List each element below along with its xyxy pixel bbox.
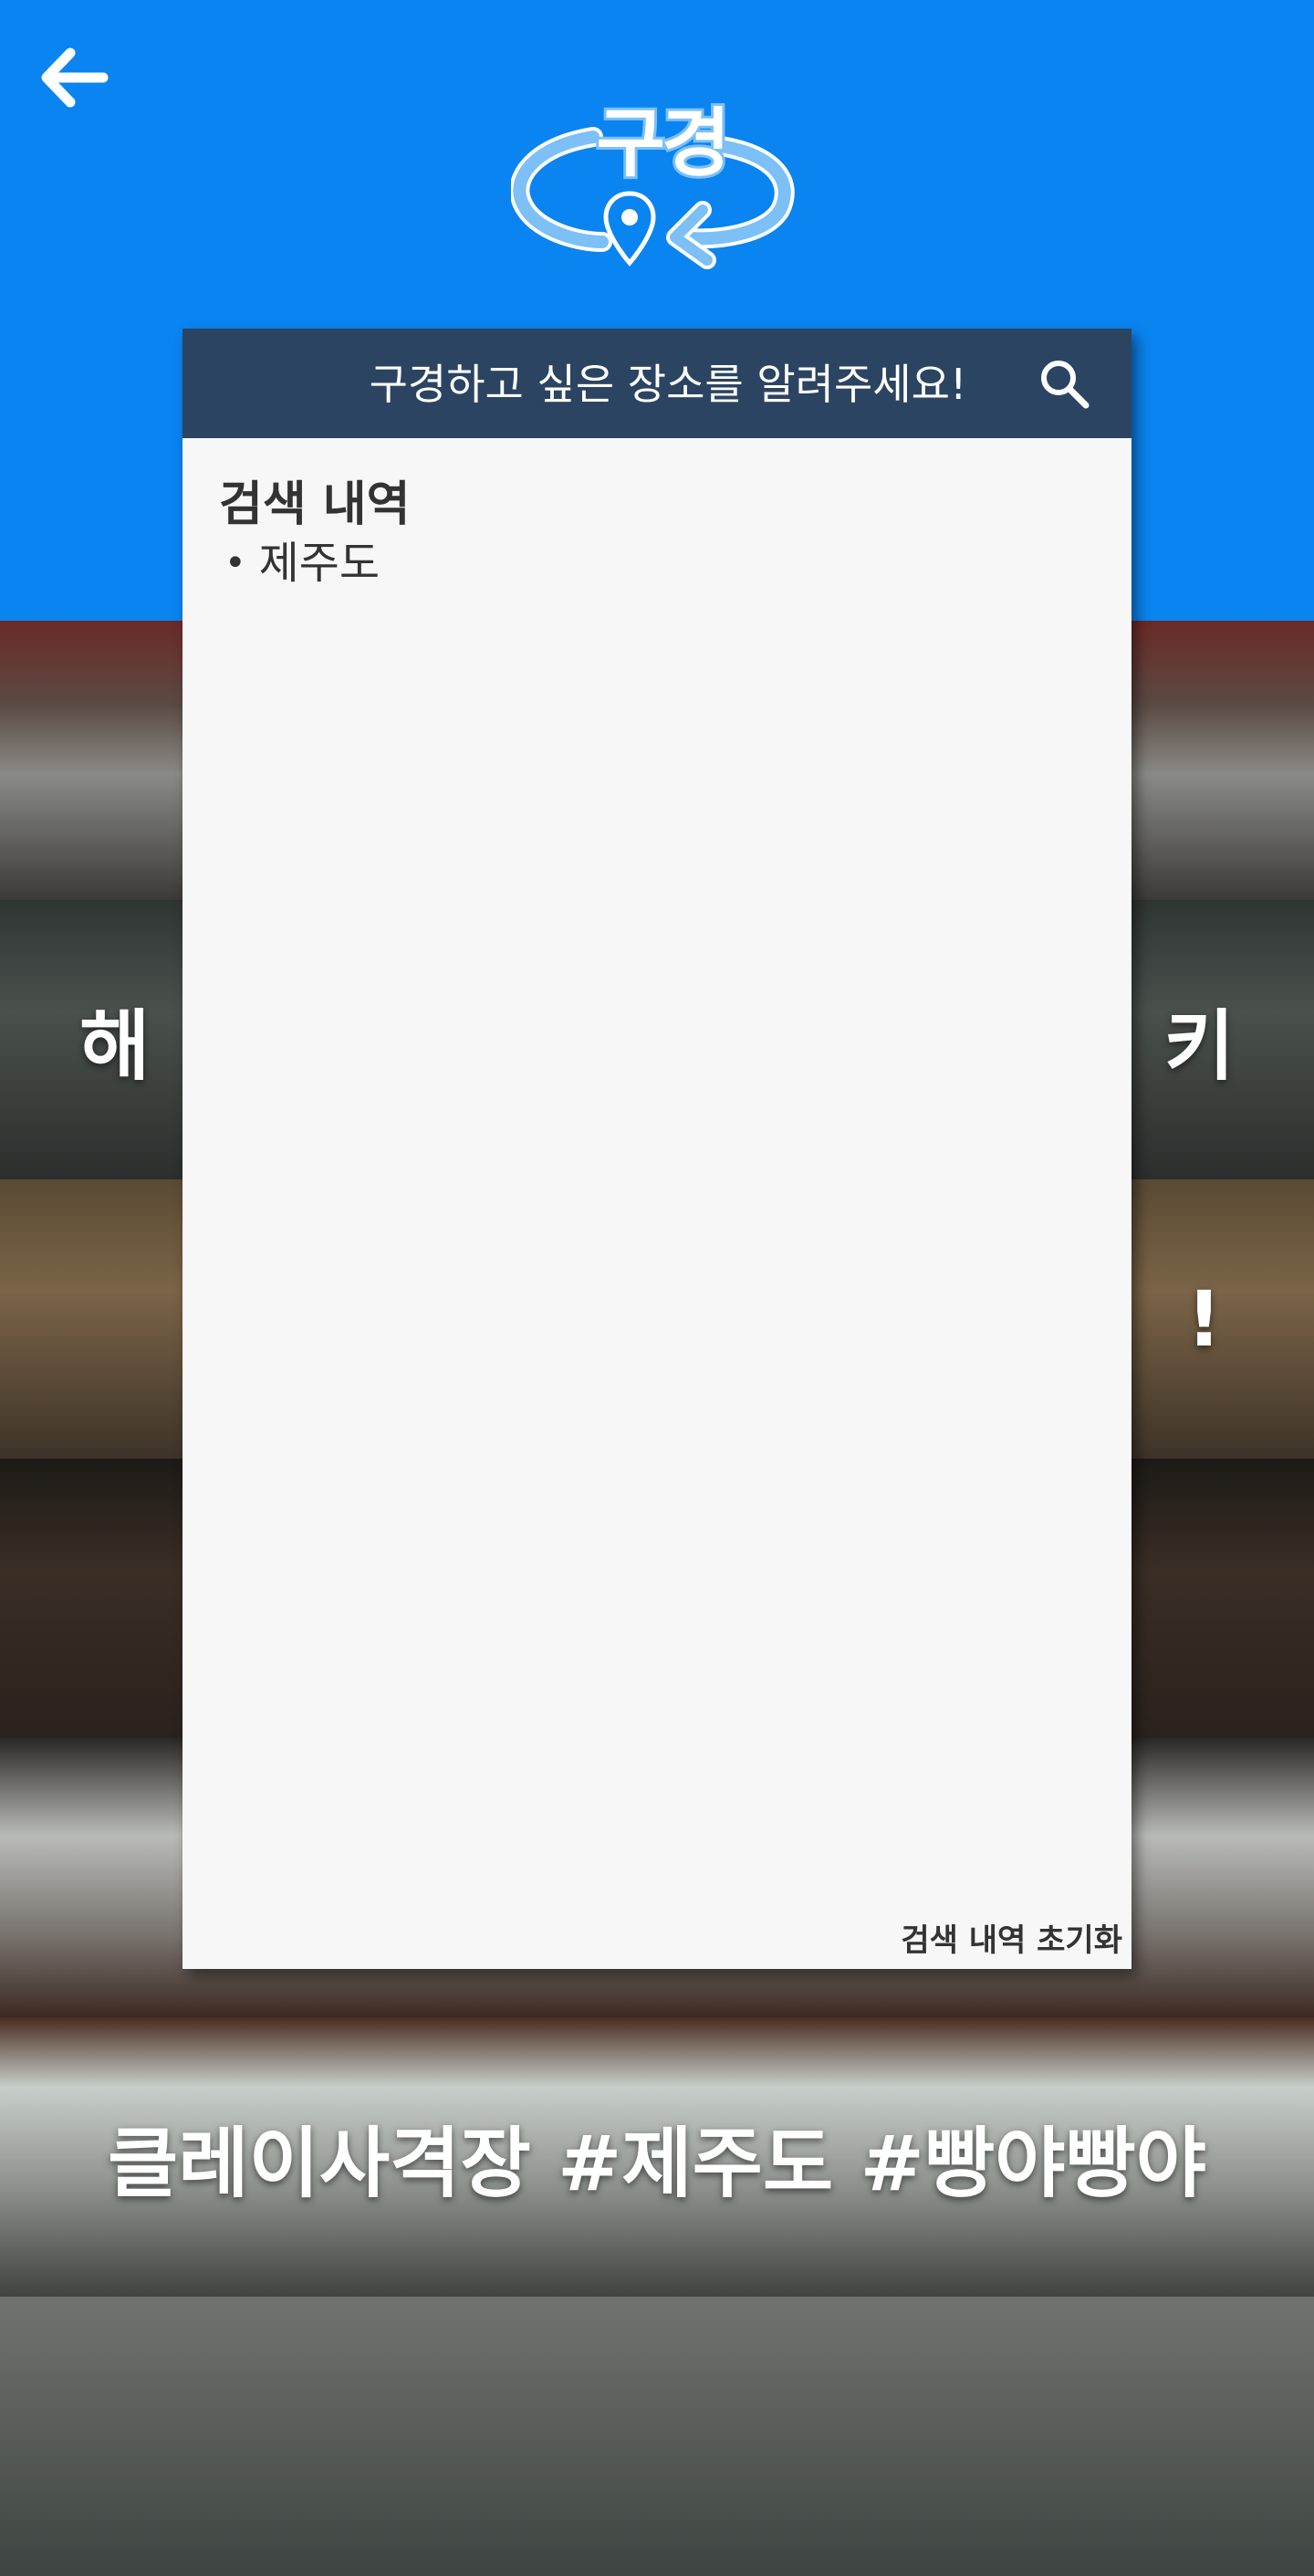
search-history-title: 검색 내역 (219, 477, 411, 532)
place-card[interactable]: 클레이사격장 #제주도 #빵야빵야 (0, 2017, 1314, 2297)
search-bar (182, 329, 1132, 438)
logo-text: 구경 (594, 98, 734, 190)
place-card[interactable] (0, 2297, 1314, 2576)
search-panel: 검색 내역 • 제주도 검색 내역 초기화 (182, 329, 1132, 1969)
back-button[interactable] (33, 37, 115, 119)
search-history-list: • 제주도 (224, 531, 380, 595)
search-history-item[interactable]: • 제주도 (224, 531, 380, 595)
place-card-title: 클레이사격장 #제주도 #빵야빵야 (108, 2118, 1206, 2208)
search-icon (1041, 361, 1090, 409)
arrow-left-icon (41, 47, 109, 108)
clear-history-button[interactable]: 검색 내역 초기화 (901, 1915, 1122, 1960)
map-pin-icon (603, 191, 656, 267)
app-logo: 구경 (511, 82, 803, 274)
search-history-item-label: 제주도 (258, 538, 381, 589)
search-input[interactable] (292, 341, 1044, 427)
search-button[interactable] (1031, 351, 1097, 416)
bullet-icon: • (224, 542, 246, 584)
